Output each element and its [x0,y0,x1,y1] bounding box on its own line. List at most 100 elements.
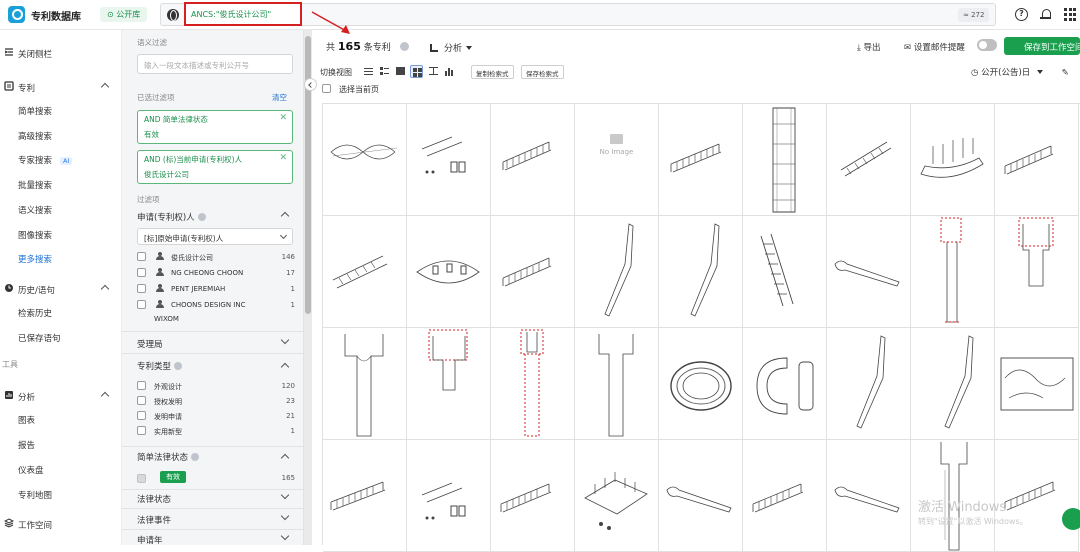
list-view-icon[interactable] [362,65,375,78]
chart-view-icon[interactable] [443,65,456,78]
patent-card[interactable] [659,440,743,552]
grid-view-icon[interactable] [410,65,423,78]
patent-card[interactable] [491,104,575,216]
clear-filters-link[interactable]: 清空 [272,92,287,103]
patent-card[interactable] [995,328,1079,440]
selected-filter-card[interactable]: AND 简单法律状态 有效 ✕ [137,110,293,144]
pen-icon[interactable]: ✎ [1062,68,1069,78]
tree-view-icon[interactable] [427,65,440,78]
patent-card[interactable] [407,216,491,328]
type-name[interactable]: 发明申请 [154,412,182,422]
nav-workspace[interactable]: 工作空间 [0,515,122,533]
patent-card[interactable] [827,216,911,328]
patent-card[interactable] [575,328,659,440]
type-checkbox[interactable] [137,426,146,435]
type-name[interactable]: 外观设计 [154,382,182,392]
nav-search-history[interactable]: 检索历史 [18,307,52,319]
patent-card[interactable] [659,328,743,440]
nav-expert-search[interactable]: 专家搜索 AI [18,154,73,166]
nav-advanced-search[interactable]: 高级搜索 [18,130,52,142]
applicant-type-select[interactable]: [标]原始申请(专利权)人 [137,228,293,245]
nav-group-analysis[interactable]: 分析 [0,387,122,405]
search-query[interactable]: ANCS:"俊氏设计公司" [191,9,271,20]
patent-card[interactable] [743,216,827,328]
detail-view-icon[interactable] [378,65,391,78]
bell-icon[interactable] [1040,8,1053,21]
image-view-icon[interactable] [394,65,407,78]
legal-filter-header[interactable]: 简单法律状态 [137,451,200,463]
legal-valid-badge[interactable]: 有效 [160,471,186,483]
patent-card[interactable] [911,104,995,216]
nav-patent-map[interactable]: 专利地图 [18,489,52,501]
semantic-filter-input[interactable]: 输入一段文本描述或专利公开号 [137,54,293,74]
applicant-name[interactable]: 俊氏设计公司 [171,253,213,263]
patent-card[interactable] [323,104,407,216]
legal-status-header[interactable]: 法律状态 [137,493,171,505]
analysis-dropdown[interactable]: 分析 [430,41,473,54]
help-icon[interactable]: ? [1015,8,1028,21]
patent-card[interactable] [995,440,1079,552]
apply-year-header[interactable]: 申请年 [137,534,163,546]
type-checkbox[interactable] [137,381,146,390]
patent-card[interactable] [827,328,911,440]
select-current-page[interactable]: 选择当前页 [322,84,379,95]
mail-alert-setting[interactable]: ✉ 设置邮件提醒 [904,41,965,53]
app-logo-icon[interactable] [8,6,25,23]
apps-grid-icon[interactable] [1064,8,1077,21]
selected-filter-card[interactable]: AND (标)当前申请(专利权)人 俊氏设计公司 ✕ [137,150,293,184]
type-name[interactable]: 实用新型 [154,427,182,437]
patent-card[interactable] [743,328,827,440]
patent-card[interactable] [407,104,491,216]
nav-image-search[interactable]: 图像搜索 [18,229,52,241]
patent-card[interactable] [995,216,1079,328]
patent-card[interactable] [491,328,575,440]
applicant-filter-header[interactable]: 申请(专利权)人 [137,211,206,223]
nav-simple-search[interactable]: 简单搜索 [18,105,52,117]
patent-card[interactable] [995,104,1079,216]
legal-valid-checkbox[interactable] [137,474,146,483]
info-icon[interactable] [399,42,409,51]
copy-query-button[interactable]: 复制检索式 [471,65,514,79]
nav-batch-search[interactable]: 批量搜索 [18,179,52,191]
applicant-checkbox[interactable] [137,268,146,277]
library-tag[interactable]: ⊙ 公开库 [100,7,148,22]
patent-card[interactable] [323,216,407,328]
applicant-name[interactable]: NG CHEONG CHOON [171,269,243,277]
save-query-button[interactable]: 保存检索式 [521,65,564,79]
nav-group-history[interactable]: 历史/语句 [0,280,122,298]
mail-alert-toggle[interactable] [977,39,997,51]
patent-card[interactable] [911,216,995,328]
type-name[interactable]: 授权发明 [154,397,182,407]
patent-card[interactable] [575,440,659,552]
info-icon[interactable] [174,362,183,370]
chat-float-button[interactable] [1062,508,1080,530]
close-icon[interactable]: ✕ [279,153,287,163]
legal-event-header[interactable]: 法律事件 [137,514,171,526]
info-icon[interactable] [191,453,200,461]
info-icon[interactable] [197,213,206,221]
select-page-checkbox[interactable] [322,84,331,93]
patent-card[interactable] [491,216,575,328]
patent-card[interactable] [827,440,911,552]
export-button[interactable]: ⤓ 导出 [857,41,880,53]
patent-card[interactable] [407,440,491,552]
close-icon[interactable]: ✕ [279,113,287,123]
close-sidebar-button[interactable]: 关闭侧栏 [0,44,122,62]
save-to-workspace-button[interactable]: 保存到工作空间 [1004,37,1080,55]
patent-card[interactable] [743,104,827,216]
patent-card[interactable] [743,440,827,552]
patent-card[interactable] [491,440,575,552]
applicant-checkbox[interactable] [137,252,146,261]
applicant-checkbox[interactable] [137,284,146,293]
nav-dashboard[interactable]: 仪表盘 [18,464,44,476]
type-checkbox[interactable] [137,411,146,420]
patent-card[interactable] [659,104,743,216]
nav-saved-queries[interactable]: 已保存语句 [18,332,61,344]
nav-reports[interactable]: 报告 [18,439,35,451]
applicant-name[interactable]: CHOONS DESIGN INC [171,301,245,309]
nav-charts[interactable]: 图表 [18,414,35,426]
patent-card[interactable] [911,328,995,440]
patent-card[interactable] [827,104,911,216]
applicant-name[interactable]: PENT JEREMIAH [171,285,225,293]
patent-card[interactable] [323,440,407,552]
